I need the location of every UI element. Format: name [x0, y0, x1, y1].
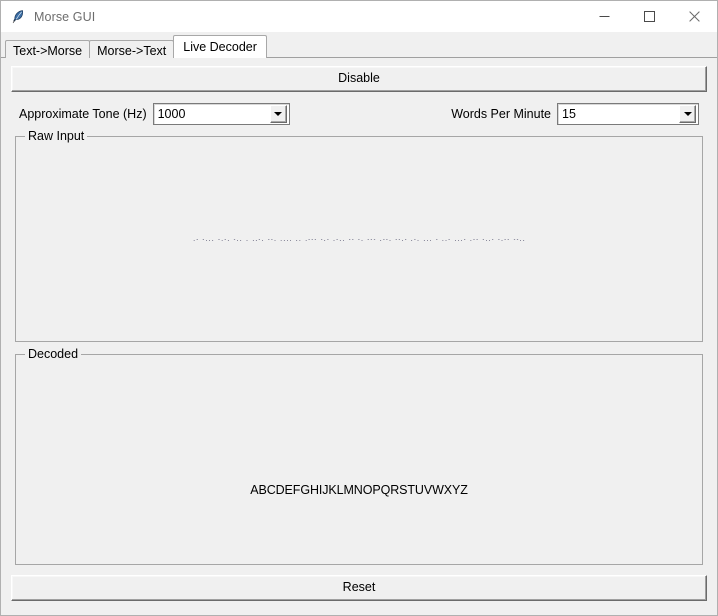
tone-combobox[interactable]: 1000 [152, 102, 290, 125]
maximize-icon [644, 11, 655, 22]
wpm-label: Words Per Minute [451, 106, 551, 121]
tab-label: Live Decoder [183, 40, 257, 54]
options-row: Approximate Tone (Hz) 1000 Words Per Min… [1, 92, 717, 126]
footer-row: Reset [1, 565, 717, 601]
feather-icon [10, 9, 26, 25]
tab-label: Text->Morse [13, 44, 83, 58]
chevron-down-icon[interactable] [679, 104, 696, 123]
toolbar-row: Disable [1, 58, 717, 92]
app-window: Morse GUI Text->Morse Morse->Text Live D… [0, 0, 718, 616]
window-controls [582, 1, 717, 32]
close-button[interactable] [672, 1, 717, 32]
raw-input-groupbox: Raw Input .- -... -.-. -.. . ..-. --. ..… [15, 129, 703, 342]
close-icon [689, 11, 700, 22]
window-title: Morse GUI [34, 9, 96, 24]
tone-label: Approximate Tone (Hz) [19, 106, 147, 121]
title-bar: Morse GUI [1, 1, 717, 32]
minimize-button[interactable] [582, 1, 627, 32]
wpm-value: 15 [562, 106, 576, 121]
raw-input-title: Raw Input [25, 129, 88, 143]
wpm-control-group: Words Per Minute 15 [451, 102, 699, 125]
tab-text-to-morse[interactable]: Text->Morse [5, 40, 91, 58]
tab-label: Morse->Text [97, 44, 167, 58]
toggle-decoder-button[interactable]: Disable [11, 66, 707, 92]
tab-strip: Text->Morse Morse->Text Live Decoder [1, 32, 717, 58]
raw-input-text: .- -... -.-. -.. . ..-. --. .... .. .---… [192, 236, 526, 243]
tab-live-decoder[interactable]: Live Decoder [173, 35, 267, 58]
decoded-groupbox: Decoded ABCDEFGHIJKLMNOPQRSTUVWXYZ [15, 347, 703, 565]
raw-input-area[interactable]: .- -... -.-. -.. . ..-. --. .... .. .---… [16, 137, 702, 341]
chevron-down-icon[interactable] [269, 104, 287, 123]
tone-value: 1000 [157, 106, 186, 121]
minimize-icon [599, 16, 610, 17]
wpm-combobox[interactable]: 15 [557, 102, 699, 125]
decoded-area[interactable]: ABCDEFGHIJKLMNOPQRSTUVWXYZ [16, 355, 702, 564]
reset-button[interactable]: Reset [11, 575, 707, 601]
tab-morse-to-text[interactable]: Morse->Text [89, 40, 175, 58]
tab-content-live-decoder: Disable Approximate Tone (Hz) 1000 Words… [1, 58, 717, 615]
tone-control-group: Approximate Tone (Hz) 1000 [19, 102, 290, 125]
decoded-title: Decoded [25, 347, 82, 361]
maximize-button[interactable] [627, 1, 672, 32]
decoded-text: ABCDEFGHIJKLMNOPQRSTUVWXYZ [250, 482, 468, 497]
